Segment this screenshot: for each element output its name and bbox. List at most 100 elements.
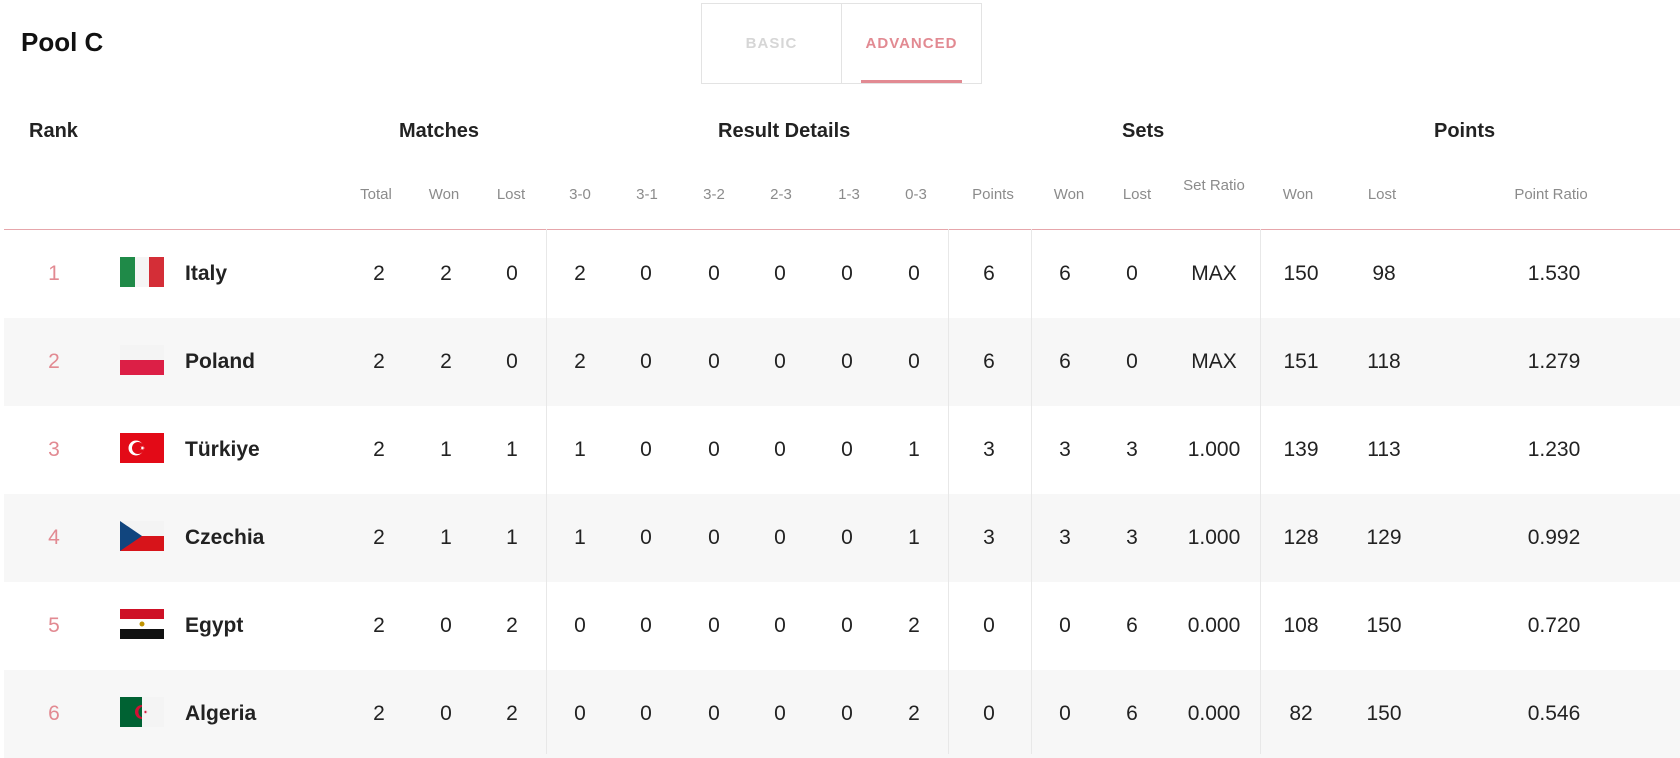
result-3-2: 0 <box>708 262 720 285</box>
points-won: 108 <box>1283 614 1319 637</box>
team-name[interactable]: Italy <box>185 230 227 318</box>
set-ratio: 0.000 <box>1187 702 1241 725</box>
matches-total: 2 <box>373 350 385 373</box>
point-ratio: 1.530 <box>1527 262 1581 285</box>
matches-lost: 0 <box>506 350 518 373</box>
sets-won: 3 <box>1059 438 1071 461</box>
italy-flag-icon <box>120 257 164 287</box>
sets-won: 3 <box>1059 526 1071 549</box>
table-row[interactable]: 6 Algeria 2 0 2 0 0 0 0 0 2 0 0 6 0.000 … <box>4 670 1680 758</box>
column-divider <box>546 229 547 754</box>
result-3-0: 1 <box>574 526 586 549</box>
matches-won: 2 <box>440 350 452 373</box>
tab-advanced[interactable]: ADVANCED <box>842 4 981 83</box>
result-2-3: 0 <box>774 262 786 285</box>
matches-won: 0 <box>440 614 452 637</box>
points-value: 6 <box>983 262 995 285</box>
points-lost: 129 <box>1366 526 1402 549</box>
points-value: 0 <box>983 614 995 637</box>
result-3-1: 0 <box>640 526 652 549</box>
points-won: 150 <box>1283 262 1319 285</box>
sets-lost: 3 <box>1126 438 1138 461</box>
matches-won: 2 <box>440 262 452 285</box>
rank-value: 3 <box>48 438 60 461</box>
result-2-3: 0 <box>774 438 786 461</box>
algeria-flag-icon <box>120 697 164 727</box>
result-0-3: 1 <box>908 438 920 461</box>
team-name[interactable]: Czechia <box>185 494 264 582</box>
sets-won: 0 <box>1059 614 1071 637</box>
points-value: 3 <box>983 526 995 549</box>
result-1-3: 0 <box>841 614 853 637</box>
set-ratio: 1.000 <box>1187 438 1241 461</box>
sets-lost: 6 <box>1126 702 1138 725</box>
rank-value: 1 <box>48 262 60 285</box>
result-1-3: 0 <box>841 702 853 725</box>
result-3-0: 2 <box>574 262 586 285</box>
point-ratio: 1.279 <box>1527 350 1581 373</box>
subheader-lost: Lost <box>496 186 526 203</box>
result-3-1: 0 <box>640 614 652 637</box>
matches-lost: 1 <box>506 438 518 461</box>
points-value: 6 <box>983 350 995 373</box>
table-row[interactable]: 2 Poland 2 2 0 2 0 0 0 0 0 6 6 0 MAX 151… <box>4 318 1680 406</box>
team-name[interactable]: Poland <box>185 318 255 406</box>
matches-lost: 2 <box>506 702 518 725</box>
team-name[interactable]: Türkiye <box>185 406 260 494</box>
tab-advanced-label: ADVANCED <box>865 35 958 52</box>
result-0-3: 2 <box>908 614 920 637</box>
result-3-0: 0 <box>574 702 586 725</box>
matches-won: 1 <box>440 526 452 549</box>
result-1-3: 0 <box>841 262 853 285</box>
pool-title: Pool C <box>21 27 104 57</box>
points-lost: 118 <box>1367 350 1401 373</box>
result-2-3: 0 <box>774 614 786 637</box>
matches-total: 2 <box>373 262 385 285</box>
matches-won: 1 <box>440 438 452 461</box>
sets-lost: 0 <box>1126 350 1138 373</box>
table-row[interactable]: 4 Czechia 2 1 1 1 0 0 0 0 1 3 3 3 1.000 … <box>4 494 1680 582</box>
sets-won: 0 <box>1059 702 1071 725</box>
matches-won: 0 <box>440 702 452 725</box>
sets-lost: 6 <box>1126 614 1138 637</box>
header-rank: Rank <box>29 120 78 142</box>
subheader-point-ratio: Point Ratio <box>1514 186 1588 203</box>
result-3-2: 0 <box>708 350 720 373</box>
result-0-3: 2 <box>908 702 920 725</box>
result-3-2: 0 <box>708 438 720 461</box>
table-row[interactable]: 1 Italy 2 2 0 2 0 0 0 0 0 6 6 0 MAX 150 … <box>4 230 1680 318</box>
egypt-flag-icon <box>120 609 164 639</box>
team-name[interactable]: Egypt <box>185 582 243 670</box>
subheader-0-3: 0-3 <box>905 186 927 203</box>
points-lost: 150 <box>1366 702 1402 725</box>
result-3-2: 0 <box>708 526 720 549</box>
matches-lost: 1 <box>506 526 518 549</box>
tab-basic-label: BASIC <box>745 35 798 52</box>
column-divider <box>948 229 949 754</box>
subheader-points-lost: Lost <box>1367 186 1397 203</box>
points-value: 3 <box>983 438 995 461</box>
tab-basic[interactable]: BASIC <box>702 4 842 83</box>
rank-value: 2 <box>48 350 60 373</box>
result-3-1: 0 <box>640 262 652 285</box>
result-3-2: 0 <box>708 702 720 725</box>
table-row[interactable]: 5 Egypt 2 0 2 0 0 0 0 0 2 0 0 6 0.000 10… <box>4 582 1680 670</box>
team-name[interactable]: Algeria <box>185 670 256 758</box>
set-ratio: MAX <box>1191 262 1237 285</box>
matches-lost: 0 <box>506 262 518 285</box>
result-3-2: 0 <box>708 614 720 637</box>
point-ratio: 0.720 <box>1527 614 1581 637</box>
subheader-sets-lost: Lost <box>1122 186 1152 203</box>
sets-lost: 3 <box>1126 526 1138 549</box>
points-won: 82 <box>1289 702 1313 725</box>
result-3-0: 1 <box>574 438 586 461</box>
result-3-0: 2 <box>574 350 586 373</box>
header-sets: Sets <box>1122 120 1165 142</box>
sets-won: 6 <box>1059 350 1071 373</box>
result-1-3: 0 <box>841 526 853 549</box>
subheader-points: Points <box>972 186 1014 203</box>
poland-flag-icon <box>120 345 164 375</box>
result-3-1: 0 <box>640 350 652 373</box>
table-row[interactable]: 3 Türkiye 2 1 1 1 0 0 0 0 1 3 3 3 1.000 … <box>4 406 1680 494</box>
result-1-3: 0 <box>841 350 853 373</box>
